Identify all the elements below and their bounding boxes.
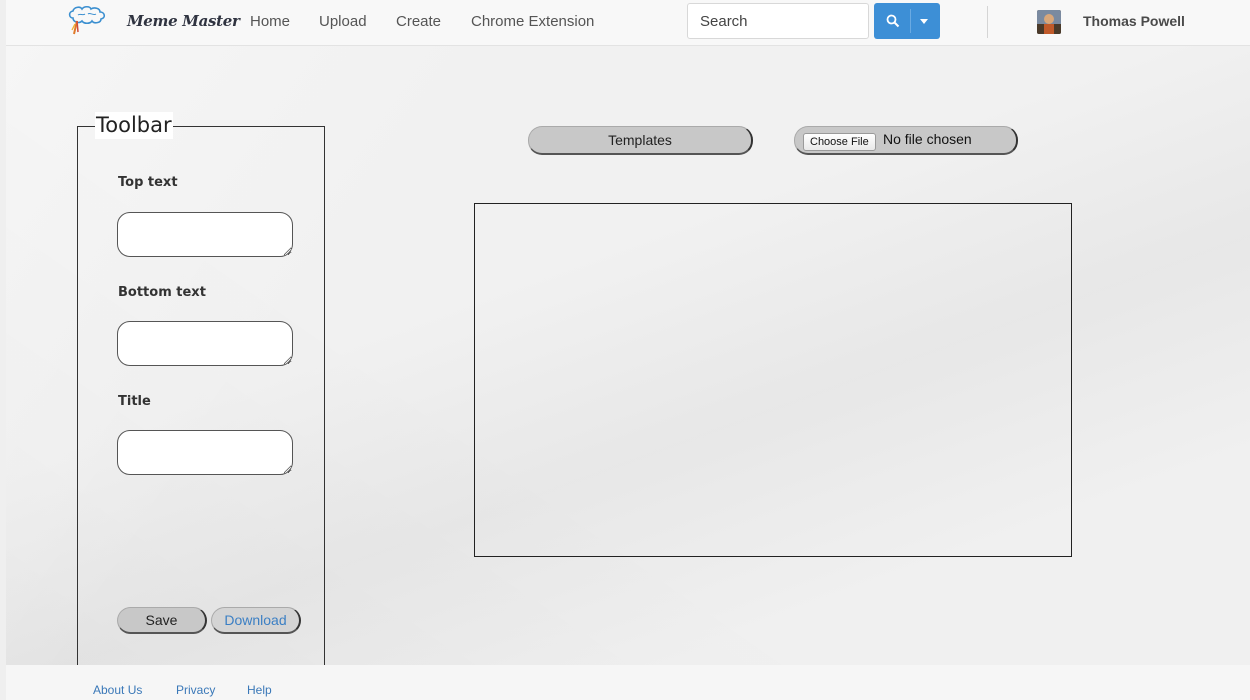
search-icon: [886, 14, 900, 28]
brain-cloud-logo-icon[interactable]: [63, 4, 111, 38]
toolbar-legend: Toolbar: [95, 112, 173, 139]
title-label: Title: [118, 394, 151, 409]
search-input[interactable]: [687, 3, 869, 39]
title-input[interactable]: [117, 430, 293, 475]
page: Meme Master Home Upload Create Chrome Ex…: [0, 0, 1250, 700]
button-divider: [910, 9, 911, 33]
top-text-label: Top text: [118, 175, 178, 190]
nav-link-home[interactable]: Home: [250, 13, 290, 30]
brand-name[interactable]: Meme Master: [127, 12, 240, 30]
toolbar-panel: [77, 126, 325, 686]
nav-link-chrome-extension[interactable]: Chrome Extension: [471, 13, 594, 30]
templates-button[interactable]: Templates: [528, 126, 753, 155]
footer: About Us Privacy Help: [6, 665, 1250, 700]
download-button[interactable]: Download: [211, 607, 301, 634]
caret-down-icon[interactable]: [920, 19, 928, 24]
nav-link-create[interactable]: Create: [396, 13, 441, 30]
top-text-input[interactable]: [117, 212, 293, 257]
nav-divider: [987, 6, 988, 38]
file-upload-control: Choose File No file chosen: [794, 126, 1018, 155]
user-photo-icon: [1037, 10, 1061, 34]
footer-link-privacy[interactable]: Privacy: [176, 683, 215, 697]
nav-link-upload[interactable]: Upload: [319, 13, 367, 30]
bottom-text-input[interactable]: [117, 321, 293, 366]
navbar: Meme Master Home Upload Create Chrome Ex…: [6, 0, 1250, 46]
bottom-text-label: Bottom text: [118, 285, 206, 300]
save-button[interactable]: Save: [117, 607, 207, 634]
avatar[interactable]: [1037, 10, 1061, 34]
footer-link-help[interactable]: Help: [247, 683, 272, 697]
meme-canvas[interactable]: [474, 203, 1072, 557]
choose-file-button[interactable]: Choose File: [803, 133, 876, 151]
file-status-text: No file chosen: [883, 131, 972, 147]
search-button[interactable]: [874, 3, 940, 39]
footer-link-about-us[interactable]: About Us: [93, 683, 142, 697]
user-name[interactable]: Thomas Powell: [1083, 13, 1185, 29]
